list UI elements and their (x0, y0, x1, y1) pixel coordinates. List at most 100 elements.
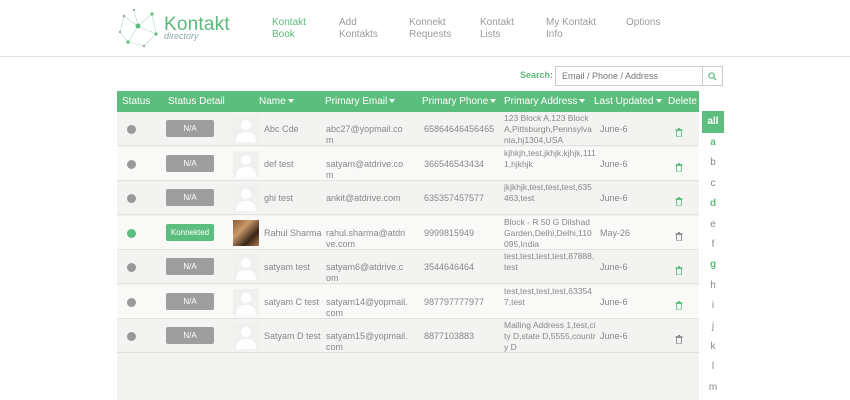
contact-name[interactable]: ghi test (264, 193, 293, 203)
last-updated: June-6 (600, 158, 628, 169)
last-updated: June-6 (600, 124, 628, 134)
contact-phone: 3544646464 (424, 262, 475, 272)
header-primary-address[interactable]: Primary Address (504, 96, 586, 107)
contact-name[interactable]: satyam test (264, 262, 310, 272)
contact-email[interactable]: satyam@atdrive.com (326, 159, 408, 181)
contact-name[interactable]: def test (264, 159, 294, 169)
contact-email[interactable]: satyam6@atdrive.com (326, 262, 408, 284)
header-primary-phone[interactable]: Primary Phone (422, 96, 497, 107)
sort-caret-icon (389, 99, 396, 104)
alphabet-letter-l[interactable]: l (702, 361, 724, 372)
table-row[interactable]: N/A satyam C test satyam14@yopmail.com 9877… (117, 284, 699, 319)
sort-caret-icon (655, 99, 662, 104)
status-dot (127, 332, 136, 341)
contact-address: Block - R 50 G Dilshad Garden,Delhi,Delh… (504, 216, 592, 249)
alphabet-letter-k[interactable]: k (702, 341, 724, 352)
last-updated: June-6 (600, 193, 628, 203)
status-dot (127, 125, 136, 134)
trash-icon[interactable] (675, 297, 683, 310)
table-row[interactable]: N/A Abc Cde abc27@yopmail.com 6586464645646… (117, 112, 699, 146)
table-header: Status Status Detail Name Primary Email … (117, 91, 699, 112)
top-header: Kontakt directory Kontakt Book Add Kontakt… (0, 0, 850, 57)
nav-options[interactable]: Options (626, 17, 696, 29)
trash-icon[interactable] (675, 193, 683, 207)
alphabet-letter-a[interactable]: a (702, 137, 724, 148)
nav-my-kontakt-info[interactable]: My Kontakt Info (546, 17, 616, 41)
header-last-updated[interactable]: Last Updated (594, 96, 662, 107)
status-detail-badge[interactable]: N/A (166, 154, 214, 172)
contact-name[interactable]: Rahul Sharma (264, 228, 322, 238)
contact-address: Mailing Address 1,test,city D,state D,55… (504, 320, 596, 352)
search-button[interactable] (702, 66, 723, 86)
avatar (233, 219, 259, 246)
alphabet-letter-m[interactable]: m (702, 382, 724, 393)
contact-phone: 366546543434 (424, 158, 485, 169)
search-label: Search: (520, 70, 554, 80)
network-logo-icon (118, 8, 158, 48)
nav-add-kontakts[interactable]: Add Kontakts (339, 17, 409, 41)
status-detail-badge[interactable]: N/A (166, 189, 214, 206)
status-detail-badge[interactable]: N/A (166, 258, 214, 275)
avatar (233, 116, 259, 142)
alphabet-letter-d[interactable]: d (702, 198, 724, 209)
status-dot (127, 159, 136, 169)
contact-email[interactable]: rahul.sharma@atdrive.com (326, 228, 408, 250)
nav-konnekt-requests[interactable]: Konnekt Requests (409, 17, 479, 41)
table-row[interactable]: Konnekted Rahul Sharma rahul.sharma@atdriv… (117, 215, 699, 250)
alphabet-letter-e[interactable]: e (702, 219, 724, 230)
contact-email[interactable]: satyam15@yopmail.com (326, 331, 408, 353)
sort-caret-icon (490, 99, 497, 104)
contact-address: jkjkhjk,test,test,test,635463,test (504, 182, 592, 203)
alphabet-letter-j[interactable]: j (702, 321, 724, 332)
status-dot (127, 228, 136, 238)
sort-caret-icon (579, 99, 586, 104)
header-primary-email[interactable]: Primary Email (325, 96, 396, 107)
avatar (233, 288, 259, 315)
alphabet-letter-i[interactable]: i (702, 300, 724, 311)
avatar (233, 150, 259, 177)
alphabet-letter-c[interactable]: c (702, 178, 724, 189)
status-detail-badge[interactable]: N/A (166, 327, 214, 344)
trash-icon[interactable] (675, 124, 683, 138)
header-name[interactable]: Name (259, 96, 294, 107)
search-bar: Search: (0, 66, 850, 86)
header-status: Status (122, 96, 151, 107)
alphabet-letter-all[interactable]: all (702, 111, 724, 133)
last-updated: May-26 (600, 227, 631, 238)
contact-email[interactable]: ankit@atdrive.com (326, 193, 408, 204)
contact-phone: 65864646456465 (424, 124, 495, 134)
table-row[interactable]: N/A ghi test ankit@atdrive.com 635357457577… (117, 181, 699, 215)
trash-icon[interactable] (675, 159, 683, 172)
contact-phone: 987797777977 (424, 296, 485, 307)
avatar (233, 185, 259, 211)
brand-subtitle: directory (164, 31, 199, 41)
header-status-detail: Status Detail (168, 96, 225, 107)
contact-phone: 9999815949 (424, 227, 475, 238)
nav-kontakt-lists[interactable]: Kontakt Lists (480, 17, 550, 41)
trash-icon[interactable] (675, 331, 683, 345)
contact-name[interactable]: satyam C test (264, 297, 319, 307)
table-row[interactable]: N/A Satyam D test satyam15@yopmail.com 8877… (117, 319, 699, 353)
contact-phone: 635357457577 (424, 193, 485, 203)
status-detail-badge[interactable]: N/A (166, 292, 214, 310)
search-input[interactable] (555, 66, 702, 86)
status-dot (127, 297, 136, 307)
alphabet-letter-f[interactable]: f (702, 239, 724, 250)
trash-icon[interactable] (675, 262, 683, 276)
contact-address: test,test,test,test,87888,test (504, 251, 595, 272)
nav-kontakt-book[interactable]: Kontakt Book (272, 17, 342, 41)
contact-email[interactable]: satyam14@yopmail.com (326, 297, 408, 319)
contact-name[interactable]: Satyam D test (264, 331, 321, 341)
status-detail-badge[interactable]: Konnekted (166, 223, 214, 241)
table-row[interactable]: N/A def test satyam@atdrive.com 36654654343… (117, 146, 699, 181)
status-detail-badge[interactable]: N/A (166, 120, 214, 137)
contact-address: test,test,test,test,633547,test (504, 285, 592, 307)
avatar (233, 323, 259, 349)
contact-name[interactable]: Abc Cde (264, 124, 299, 134)
alphabet-letter-g[interactable]: g (702, 259, 724, 270)
alphabet-letter-b[interactable]: b (702, 157, 724, 168)
trash-icon[interactable] (675, 228, 683, 241)
table-row[interactable]: N/A satyam test satyam6@atdrive.com 3544646… (117, 250, 699, 284)
alphabet-letter-h[interactable]: h (702, 280, 724, 291)
contact-email[interactable]: abc27@yopmail.com (326, 124, 408, 146)
